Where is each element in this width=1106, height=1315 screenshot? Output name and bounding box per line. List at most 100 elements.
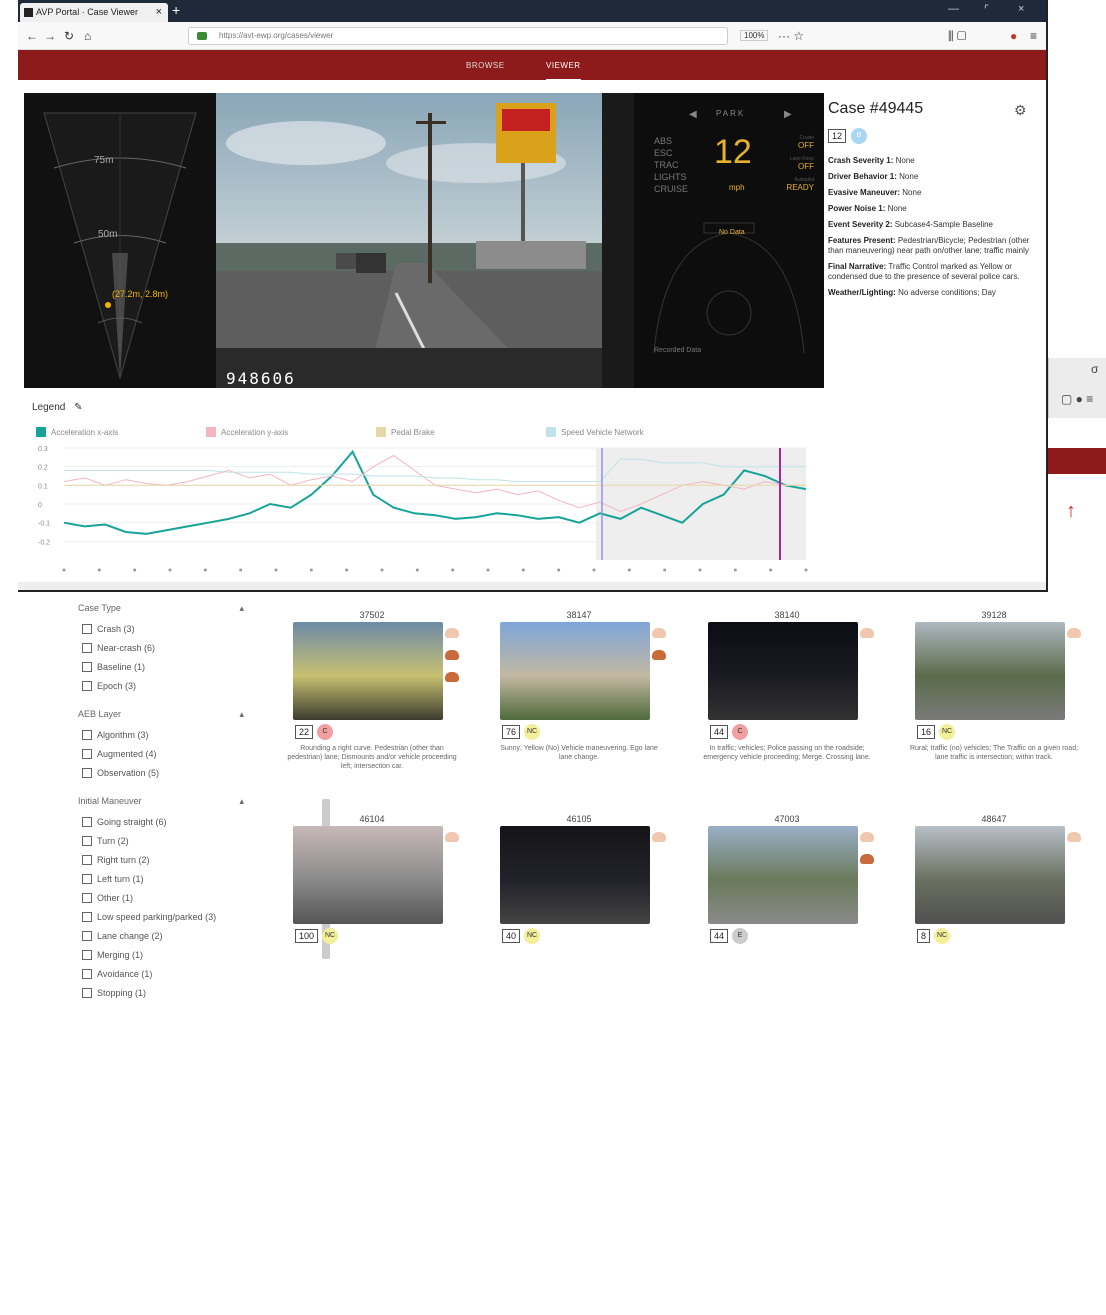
- filter-checkbox[interactable]: [82, 835, 92, 846]
- case-card[interactable]: 46105 40 NC: [490, 812, 668, 982]
- filter-option[interactable]: Avoidance (1): [78, 964, 264, 983]
- filter-option[interactable]: Low speed parking/parked (3): [78, 907, 264, 926]
- case-thumbnail[interactable]: [293, 826, 443, 924]
- legend-item-3[interactable]: Speed Vehicle Network: [546, 425, 716, 439]
- reload-icon[interactable]: ↻: [64, 29, 74, 43]
- filter-option[interactable]: Turn (2): [78, 831, 264, 850]
- case-thumbnail[interactable]: [500, 826, 650, 924]
- cloud-download-icon[interactable]: [1067, 832, 1081, 842]
- filter-option[interactable]: Other (1): [78, 888, 264, 907]
- home-icon[interactable]: ⌂: [84, 29, 91, 43]
- filter-checkbox[interactable]: [82, 748, 92, 759]
- filter-checkbox[interactable]: [82, 661, 92, 672]
- filter-checkbox[interactable]: [82, 854, 92, 865]
- filter-checkbox[interactable]: [82, 949, 92, 960]
- forward-icon[interactable]: →: [44, 29, 56, 43]
- case-thumbnail[interactable]: [293, 622, 443, 720]
- legend-item-1[interactable]: Acceleration y-axis: [206, 425, 376, 439]
- filter-group-title[interactable]: Initial Maneuver ▴: [78, 796, 264, 812]
- cloud-download-icon[interactable]: [1067, 628, 1081, 638]
- filter-checkbox[interactable]: [82, 767, 92, 778]
- case-card[interactable]: 38147 76 NC Sunny; Yellow (No) Vehicle mane…: [490, 608, 668, 778]
- filter-option[interactable]: Baseline (1): [78, 657, 264, 676]
- cloud-download-icon[interactable]: [860, 628, 874, 638]
- nav-browse[interactable]: BROWSE: [466, 61, 505, 70]
- filter-checkbox[interactable]: [82, 987, 92, 998]
- collapse-icon[interactable]: ▴: [239, 603, 244, 619]
- filter-option[interactable]: Merging (1): [78, 945, 264, 964]
- case-card[interactable]: 46104 100 NC: [283, 812, 461, 982]
- minimize-icon[interactable]: —: [948, 3, 959, 15]
- case-thumbnail[interactable]: [708, 826, 858, 924]
- extension-icon[interactable]: ●: [1010, 29, 1017, 43]
- filter-checkbox[interactable]: [82, 930, 92, 941]
- case-card[interactable]: 39128 16 NC Rural; traffic (no) vehicles; T…: [905, 608, 1083, 778]
- filter-checkbox[interactable]: [82, 729, 92, 740]
- filter-option[interactable]: Augmented (4): [78, 744, 264, 763]
- address-bar[interactable]: https://avt-ewp.org/cases/viewer: [188, 27, 728, 45]
- signal-chart[interactable]: 0.3 0.2 0.1 0 -0.1 -0.2: [36, 440, 816, 580]
- filter-checkbox[interactable]: [82, 911, 92, 922]
- filter-option[interactable]: Near-crash (6): [78, 638, 264, 657]
- prev-gear-icon[interactable]: ◀: [689, 109, 697, 120]
- filter-checkbox[interactable]: [82, 873, 92, 884]
- filter-checkbox[interactable]: [82, 623, 92, 634]
- edit-legend-icon[interactable]: ✎: [74, 402, 82, 413]
- filter-option[interactable]: Epoch (3): [78, 676, 264, 695]
- filter-checkbox[interactable]: [82, 680, 92, 691]
- filter-checkbox[interactable]: [82, 968, 92, 979]
- case-thumbnail[interactable]: [915, 826, 1065, 924]
- x-tick: [592, 568, 596, 572]
- case-thumbnail[interactable]: [708, 622, 858, 720]
- tab-viewer[interactable]: AVP Portal · Case Viewer ×: [20, 3, 168, 22]
- cloud-download-icon[interactable]: [860, 832, 874, 842]
- cloud-download-icon[interactable]: [445, 628, 459, 638]
- cloud-download-icon[interactable]: [445, 832, 459, 842]
- cloud-download-icon[interactable]: [445, 650, 459, 660]
- case-card[interactable]: 48647 8 NC: [905, 812, 1083, 982]
- legend-item-2[interactable]: Pedal Brake: [376, 425, 546, 439]
- filter-checkbox[interactable]: [82, 892, 92, 903]
- filter-option[interactable]: Stopping (1): [78, 983, 264, 1002]
- menu-icon[interactable]: ≡: [1030, 29, 1037, 43]
- filter-group-title[interactable]: Case Type ▴: [78, 603, 264, 619]
- collapse-icon[interactable]: ▴: [239, 709, 244, 725]
- case-card[interactable]: 47003 44 E: [698, 812, 876, 982]
- zoom-indicator[interactable]: 100%: [740, 30, 769, 41]
- cloud-download-icon[interactable]: [445, 672, 459, 682]
- filter-option[interactable]: Lane change (2): [78, 926, 264, 945]
- case-thumbnail[interactable]: [915, 622, 1065, 720]
- maximize-icon[interactable]: ⌜: [984, 3, 989, 16]
- case-card[interactable]: 38140 44 C In traffic; vehicles; Police pas…: [698, 608, 876, 778]
- legend-item-0[interactable]: Acceleration x-axis: [36, 425, 206, 439]
- cloud-download-icon[interactable]: [860, 854, 874, 864]
- filter-option[interactable]: Going straight (6): [78, 812, 264, 831]
- collapse-icon[interactable]: ▴: [239, 796, 244, 812]
- horizontal-scrollbar[interactable]: [18, 582, 1046, 590]
- nav-viewer[interactable]: VIEWER: [546, 61, 581, 81]
- filter-checkbox[interactable]: [82, 642, 92, 653]
- close-tab-icon[interactable]: ×: [156, 3, 162, 22]
- filter-option[interactable]: Observation (5): [78, 763, 264, 782]
- scroll-up-icon[interactable]: ↑: [1066, 500, 1076, 523]
- cloud-download-icon[interactable]: [652, 650, 666, 660]
- settings-gear-icon[interactable]: ⚙: [1014, 102, 1027, 119]
- filter-checkbox[interactable]: [82, 816, 92, 827]
- cloud-download-icon[interactable]: [652, 628, 666, 638]
- next-gear-icon[interactable]: ▶: [784, 109, 792, 120]
- cloud-download-icon[interactable]: [652, 832, 666, 842]
- dashcam-video[interactable]: 948606: [216, 93, 602, 388]
- new-tab-icon[interactable]: +: [172, 2, 180, 18]
- back-icon[interactable]: ←: [26, 29, 38, 43]
- filter-option[interactable]: Right turn (2): [78, 850, 264, 869]
- filter-option[interactable]: Algorithm (3): [78, 725, 264, 744]
- filter-option[interactable]: Left turn (1): [78, 869, 264, 888]
- library-icon[interactable]: ⫼ ▢: [948, 29, 966, 44]
- case-thumbnail[interactable]: [500, 622, 650, 720]
- close-window-icon[interactable]: ×: [1018, 3, 1024, 15]
- case-card[interactable]: 37502 22 C Rounding a right curve. Pedestri…: [283, 608, 461, 778]
- filter-group-title[interactable]: AEB Layer ▴: [78, 709, 264, 725]
- page-actions-icon[interactable]: ··· ☆: [778, 29, 804, 43]
- back-minimize-icon[interactable]: σ: [1091, 362, 1098, 376]
- filter-option[interactable]: Crash (3): [78, 619, 264, 638]
